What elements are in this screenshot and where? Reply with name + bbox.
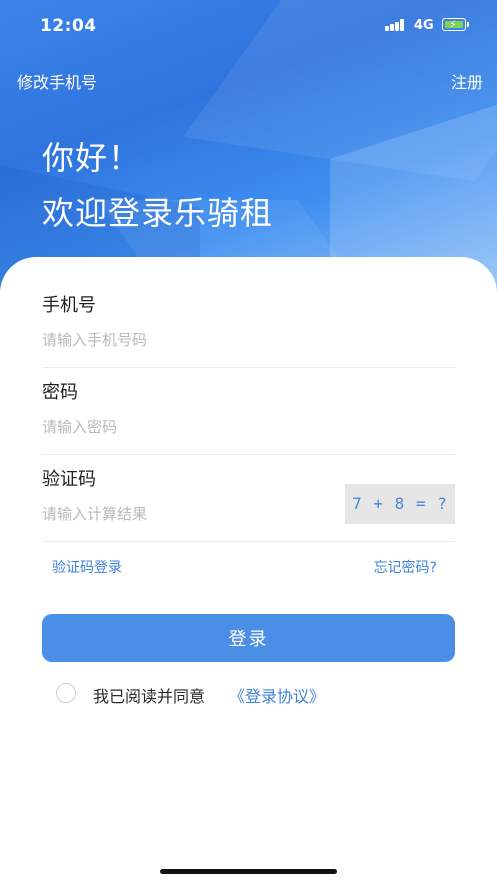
captcha-input[interactable] (42, 505, 332, 523)
signal-bars-icon (385, 19, 407, 31)
charging-bolt-icon: ⚡ (449, 18, 457, 31)
sms-login-link[interactable]: 验证码登录 (52, 557, 122, 577)
agreement-link[interactable]: 《登录协议》 (229, 683, 325, 707)
status-bar: 12:04 4G ⚡ (0, 0, 497, 52)
password-field: 密码 (42, 376, 455, 455)
network-type: 4G (414, 18, 434, 33)
phone-input[interactable] (42, 331, 332, 349)
home-indicator (160, 869, 337, 874)
radio-circle-icon[interactable] (56, 683, 76, 703)
change-phone-link[interactable]: 修改手机号 (17, 69, 97, 93)
password-input[interactable] (42, 418, 332, 436)
phone-label: 手机号 (42, 295, 96, 316)
captcha-label: 验证码 (42, 469, 96, 490)
register-link[interactable]: 注册 (451, 69, 483, 93)
captcha-field: 验证码 7 + 8 = ? (42, 463, 455, 542)
login-button[interactable]: 登录 (42, 614, 455, 662)
agreement-text: 我已阅读并同意 (93, 687, 206, 706)
password-label: 密码 (42, 382, 78, 403)
captcha-challenge[interactable]: 7 + 8 = ? (345, 484, 455, 524)
welcome-title: 欢迎登录乐骑租 (42, 194, 274, 232)
login-card: 手机号 密码 验证码 7 + 8 = ? 验证码登录 忘记密码? 登录 我已阅读… (0, 257, 497, 883)
forgot-password-link[interactable]: 忘记密码? (374, 557, 437, 577)
phone-field: 手机号 (42, 289, 455, 368)
greeting-title: 你好！ (42, 139, 142, 177)
status-time: 12:04 (40, 16, 97, 36)
battery-cap (467, 22, 469, 27)
